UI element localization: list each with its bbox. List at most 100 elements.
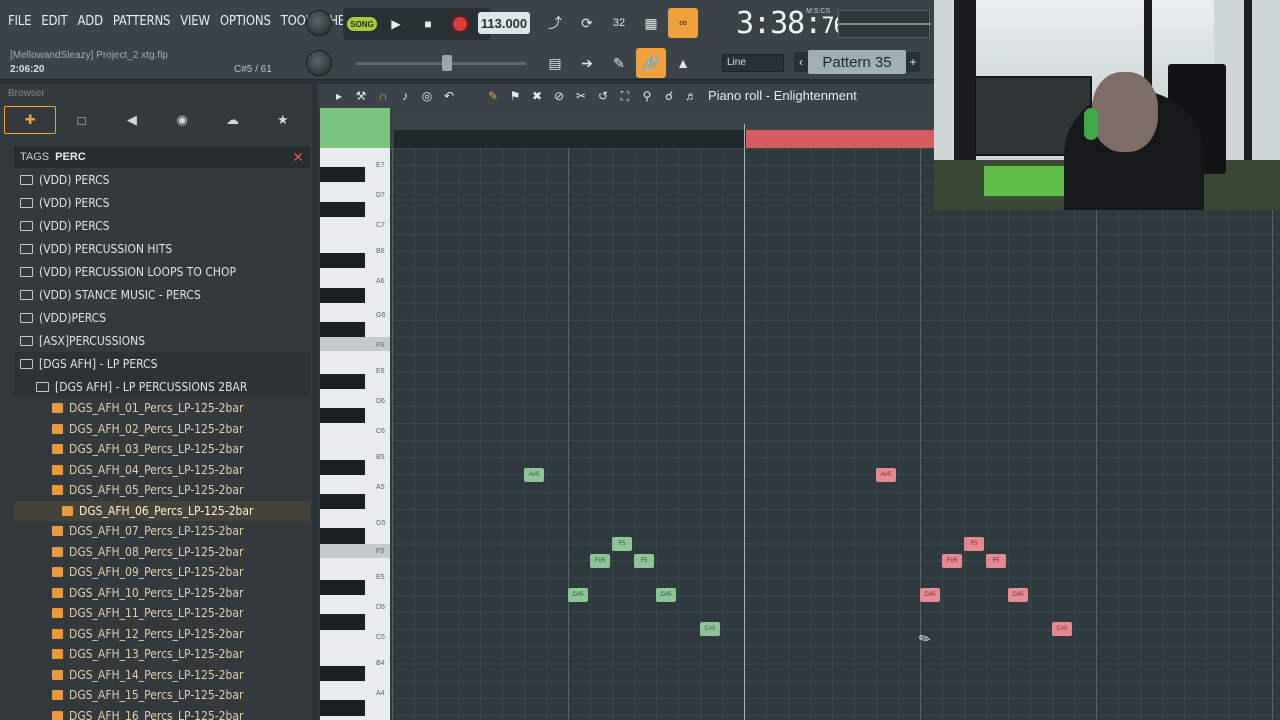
note-grid[interactable]: A#5 F#5 F5 F5 D#5 D#5 C#5 A#5 F#5 F5 F5 D#5 D#5 C#5 bbox=[392, 148, 1280, 720]
browser-tab-plugins-icon[interactable]: ◉ bbox=[157, 106, 207, 134]
browser-file-item[interactable]: DGS_AFH_06_Percs_LP-125-2bar bbox=[14, 500, 310, 521]
tempo-display[interactable]: 113.000 bbox=[478, 12, 530, 34]
browser-file-item[interactable]: DGS_AFH_15_Percs_LP-125-2bar bbox=[14, 685, 310, 706]
black-key[interactable] bbox=[320, 253, 365, 269]
browser-folder-item[interactable]: (VDD) PERCS bbox=[14, 168, 310, 191]
green-note[interactable]: F5 bbox=[634, 554, 654, 568]
red-note[interactable]: F5 bbox=[986, 554, 1006, 568]
metronome-icon[interactable]: ⤴ bbox=[540, 8, 570, 38]
stamp-icon[interactable]: ▲ bbox=[668, 48, 698, 78]
loop-record-icon[interactable]: ⟳ bbox=[572, 8, 602, 38]
red-note[interactable]: A#5 bbox=[876, 468, 896, 482]
piano-keyboard[interactable]: E7 D7 C7 B6 A6 G6 F6 E6 D6 C6 B5 A5 G5 F5 E5 D5 C5 B4 A4 bbox=[320, 148, 390, 720]
menu-view[interactable]: VIEW bbox=[180, 14, 210, 29]
black-key[interactable] bbox=[320, 201, 365, 217]
menu-edit[interactable]: EDIT bbox=[41, 14, 67, 29]
browser-file-item[interactable]: DGS_AFH_07_Percs_LP-125-2bar bbox=[14, 521, 310, 542]
play-icon[interactable]: ▶ bbox=[383, 11, 409, 37]
arrow-icon[interactable]: ➔ bbox=[572, 48, 602, 78]
typing-keyboard-icon[interactable]: ▦ bbox=[636, 8, 666, 38]
green-note[interactable]: D#5 bbox=[656, 588, 676, 602]
main-pitch-slider[interactable] bbox=[442, 55, 452, 71]
speaker-icon[interactable]: ♬ bbox=[682, 89, 700, 103]
browser-folder-item[interactable]: [DGS AFH] - LP PERCUSSIONS 2BAR bbox=[14, 375, 310, 398]
draw-icon[interactable]: ♪ bbox=[396, 89, 414, 103]
step-icon[interactable]: 32 bbox=[604, 8, 634, 38]
black-key[interactable] bbox=[320, 322, 365, 338]
black-key[interactable] bbox=[320, 287, 365, 303]
pattern-prev-button[interactable]: ‹ bbox=[794, 52, 808, 72]
green-note[interactable]: A#5 bbox=[524, 468, 544, 482]
edit-icon[interactable]: ✎ bbox=[604, 48, 634, 78]
browser-folder-item[interactable]: (VDD) PERCUSSION HITS bbox=[14, 237, 310, 260]
browser-file-item[interactable]: DGS_AFH_08_Percs_LP-125-2bar bbox=[14, 542, 310, 563]
record-icon[interactable] bbox=[447, 11, 473, 37]
red-note[interactable]: D#5 bbox=[1008, 588, 1028, 602]
slice-icon[interactable]: ✂ bbox=[572, 89, 590, 103]
wrench-icon[interactable]: ⚒ bbox=[352, 89, 370, 103]
black-key[interactable] bbox=[320, 528, 365, 544]
mute-icon[interactable]: ⊘ bbox=[550, 89, 568, 103]
piano-icon[interactable]: ▤ bbox=[540, 48, 570, 78]
pencil-icon[interactable]: ✎ bbox=[484, 89, 502, 103]
browser-file-item[interactable]: DGS_AFH_14_Percs_LP-125-2bar bbox=[14, 665, 310, 686]
record-target-icon[interactable]: ◎ bbox=[418, 89, 436, 103]
browser-file-item[interactable]: DGS_AFH_01_Percs_LP-125-2bar bbox=[14, 398, 310, 419]
master-pitch-knob[interactable] bbox=[306, 50, 332, 76]
black-key[interactable] bbox=[320, 408, 365, 424]
browser-tab-files-icon[interactable]: □ bbox=[56, 106, 106, 134]
black-key[interactable] bbox=[320, 459, 365, 475]
menu-options[interactable]: OPTIONS bbox=[220, 14, 271, 29]
undo-icon[interactable]: ↶ bbox=[440, 89, 458, 103]
red-note[interactable]: C#5 bbox=[1052, 622, 1072, 636]
browser-folder-item[interactable]: (VDD) PERCS bbox=[14, 191, 310, 214]
zoom-icon[interactable]: ⚲ bbox=[638, 89, 656, 103]
black-key[interactable] bbox=[320, 666, 365, 682]
browser-file-item[interactable]: DGS_AFH_04_Percs_LP-125-2bar bbox=[14, 460, 310, 481]
browser-file-item[interactable]: DGS_AFH_09_Percs_LP-125-2bar bbox=[14, 562, 310, 583]
master-volume-knob[interactable] bbox=[306, 10, 332, 36]
close-icon[interactable]: ✕ bbox=[292, 149, 310, 166]
song-mode-toggle[interactable]: SONG bbox=[347, 17, 377, 31]
search-input[interactable]: PERC bbox=[55, 151, 292, 163]
slip-icon[interactable]: ↺ bbox=[594, 89, 612, 103]
magnet-icon[interactable]: ∩ bbox=[374, 89, 392, 103]
browser-file-item[interactable]: DGS_AFH_11_Percs_LP-125-2bar bbox=[14, 603, 310, 624]
browser-file-item[interactable]: DGS_AFH_10_Percs_LP-125-2bar bbox=[14, 583, 310, 604]
menu-add[interactable]: ADD bbox=[77, 14, 103, 29]
browser-folder-item[interactable]: (VDD)PERCS bbox=[14, 306, 310, 329]
green-note[interactable]: D#5 bbox=[568, 588, 588, 602]
green-note[interactable]: F5 bbox=[612, 537, 632, 551]
browser-file-item[interactable]: DGS_AFH_12_Percs_LP-125-2bar bbox=[14, 624, 310, 645]
link-icon[interactable]: 🔗 bbox=[636, 48, 666, 78]
menu-file[interactable]: FILE bbox=[8, 14, 31, 29]
pattern-add-button[interactable]: + bbox=[906, 52, 920, 72]
browser-file-item[interactable]: DGS_AFH_03_Percs_LP-125-2bar bbox=[14, 439, 310, 460]
black-key[interactable] bbox=[320, 494, 365, 510]
browser-folder-item[interactable]: (VDD) PERCS bbox=[14, 214, 310, 237]
browser-tab-back-icon[interactable]: ◀ bbox=[107, 106, 157, 134]
paint-icon[interactable]: ⚑ bbox=[506, 89, 524, 103]
wait-icon[interactable]: ∞ bbox=[668, 8, 698, 38]
select-icon[interactable]: ⛶ bbox=[616, 89, 634, 104]
browser-file-item[interactable]: DGS_AFH_16_Percs_LP-125-2bar bbox=[14, 706, 310, 720]
black-key[interactable] bbox=[320, 167, 365, 183]
black-key[interactable] bbox=[320, 700, 365, 716]
red-note[interactable]: D#5 bbox=[920, 588, 940, 602]
browser-folder-item[interactable]: (VDD) PERCUSSION LOOPS TO CHOP bbox=[14, 260, 310, 283]
browser-file-item[interactable]: DGS_AFH_05_Percs_LP-125-2bar bbox=[14, 480, 310, 501]
green-note[interactable]: C#5 bbox=[700, 622, 720, 636]
play-icon[interactable]: ▸ bbox=[330, 89, 348, 103]
black-key[interactable] bbox=[320, 614, 365, 630]
search-icon[interactable]: ☌ bbox=[660, 89, 678, 103]
browser-tab-all-icon[interactable]: ✚ bbox=[4, 106, 57, 134]
red-note[interactable]: F#5 bbox=[942, 554, 962, 568]
red-note[interactable]: F5 bbox=[964, 537, 984, 551]
browser-tab-favorites-icon[interactable]: ★ bbox=[258, 106, 308, 134]
stop-icon[interactable]: ■ bbox=[415, 11, 441, 37]
browser-folder-item[interactable]: [ASX]PERCUSSIONS bbox=[14, 329, 310, 352]
snap-select[interactable]: Line bbox=[722, 54, 784, 72]
browser-tab-cloud-icon[interactable]: ☁ bbox=[207, 106, 257, 134]
black-key[interactable] bbox=[320, 373, 365, 389]
browser-file-item[interactable]: DGS_AFH_02_Percs_LP-125-2bar bbox=[14, 419, 310, 440]
